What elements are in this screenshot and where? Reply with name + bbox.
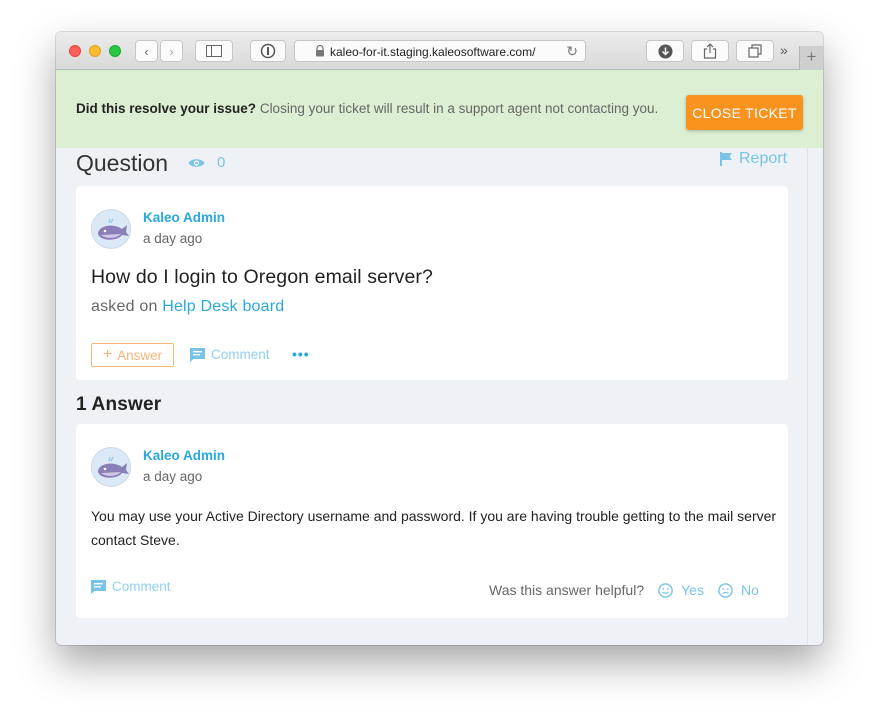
back-button[interactable]: ‹ [135,40,158,62]
frown-icon [718,582,733,598]
author-name[interactable]: Kaleo Admin [143,210,225,225]
whale-icon [98,456,129,478]
new-tab-button[interactable]: + [799,46,823,70]
asked-prefix: asked on [91,298,158,315]
answer-card: Kaleo Admin a day ago You may use your A… [76,424,788,618]
address-bar[interactable]: kaleo-for-it.staging.kaleosoftware.com/ … [294,40,586,62]
yes-label: Yes [681,582,704,598]
view-counter: 0 [188,154,225,171]
share-button[interactable] [691,40,729,62]
eye-icon [188,158,205,167]
zoom-window-button[interactable] [109,45,121,57]
downloads-button[interactable] [646,40,684,62]
report-label: Report [739,150,788,167]
password-button[interactable] [250,40,286,62]
flag-icon [720,152,732,166]
comment-button[interactable]: Comment [190,347,270,362]
url-text: kaleo-for-it.staging.kaleosoftware.com/ [330,45,536,59]
share-icon [703,43,717,59]
helpful-yes-button[interactable]: Yes [658,582,704,598]
avatar [91,447,131,487]
comment-label: Comment [112,579,171,594]
board-link[interactable]: Help Desk board [162,298,284,315]
answer-button[interactable]: + Answer [91,343,174,367]
banner-explanation: Closing your ticket will result in a sup… [256,101,659,116]
banner-question: Did this resolve your issue? [76,101,257,116]
answer-label: Answer [117,347,163,363]
helpful-feedback: Was this answer helpful? Yes No [489,582,759,598]
chevron-left-icon: ‹ [144,43,149,59]
download-icon [658,44,672,58]
sidebar-icon [206,45,222,57]
lock-icon [316,45,324,57]
asked-on-line: asked on Help Desk board [91,298,284,316]
question-heading: Question [76,150,169,176]
report-link[interactable]: Report [720,150,787,168]
answers-count-heading: 1 Answer [76,394,162,415]
password-key-icon [260,43,276,59]
browser-toolbar: ‹ › kaleo-for-it.staging.kaleosoftware.c… [56,32,823,70]
banner-message: Did this resolve your issue? Closing you… [76,101,658,116]
whale-icon [98,218,129,240]
avatar [91,209,131,249]
close-window-button[interactable] [69,45,81,57]
no-label: No [740,582,759,598]
helpful-no-button[interactable]: No [718,582,759,598]
tabs-icon [748,44,762,58]
helpful-prompt: Was this answer helpful? [489,582,645,598]
question-title: How do I login to Oregon email server? [91,266,433,288]
timestamp: a day ago [143,231,203,246]
close-ticket-button[interactable]: CLOSE TICKET [686,95,803,130]
comment-label: Comment [211,347,270,362]
view-count: 0 [217,154,226,171]
sidebar-toggle-button[interactable] [195,40,233,62]
browser-window: ‹ › kaleo-for-it.staging.kaleosoftware.c… [56,32,823,645]
smile-icon [658,582,673,598]
minimize-window-button[interactable] [89,45,101,57]
scroll-track [807,148,808,645]
plus-icon: + [806,47,817,66]
resolve-banner: Did this resolve your issue? Closing you… [56,70,823,148]
timestamp: a day ago [143,469,203,484]
forward-button[interactable]: › [160,40,183,62]
answer-body: You may use your Active Directory userna… [91,508,777,548]
chevron-right-icon: › [169,43,174,59]
comment-icon [91,579,106,594]
tabs-overview-button[interactable] [736,40,774,62]
comment-icon [190,347,205,362]
question-card: Kaleo Admin a day ago How do I login to … [76,186,788,380]
reload-icon[interactable]: ↻ [566,43,578,60]
plus-icon: + [102,346,113,363]
overflow-chevrons-icon[interactable]: » [780,42,788,58]
author-name[interactable]: Kaleo Admin [143,448,225,463]
answer-comment-button[interactable]: Comment [91,579,171,594]
more-options-button[interactable]: ••• [292,346,310,362]
